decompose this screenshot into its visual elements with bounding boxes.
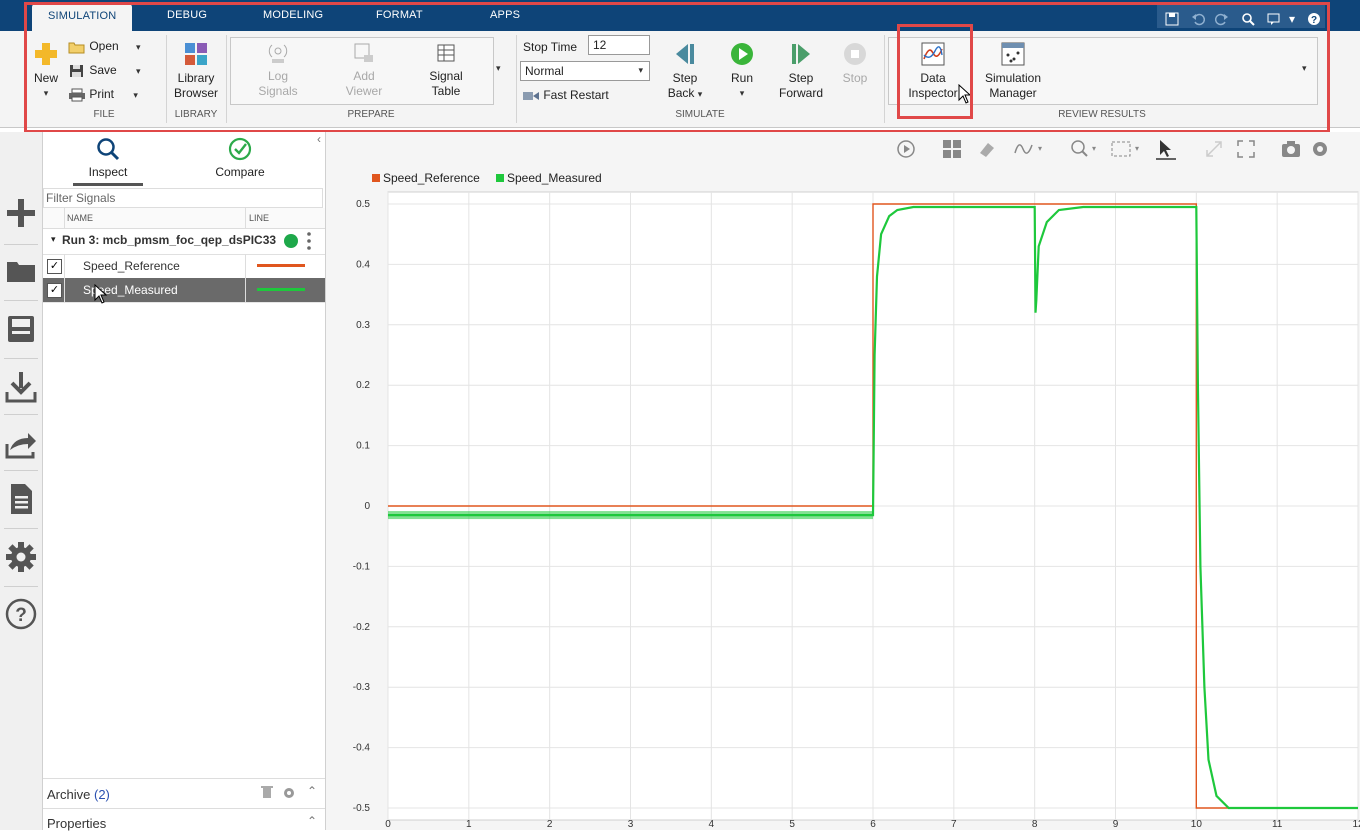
y-tick-label: 0.4: [356, 259, 370, 270]
y-tick-label: 0.2: [356, 380, 370, 391]
mouse-cursor-icon: [94, 284, 108, 304]
archive-section[interactable]: Archive (2): [47, 787, 110, 802]
help-icon[interactable]: ?: [4, 597, 38, 631]
signal-row[interactable]: ✓ Speed_Reference: [43, 254, 325, 279]
divider: [4, 300, 38, 301]
divider: [64, 278, 65, 302]
search-icon: [97, 138, 120, 161]
run-row[interactable]: ▾ Run 3: mcb_pmsm_foc_qep_dsPIC33: [43, 228, 325, 255]
signal-line-swatch[interactable]: [257, 288, 305, 291]
signal-line-swatch[interactable]: [257, 264, 305, 267]
x-tick-label: 6: [870, 819, 876, 830]
left-icon-bar: ?: [0, 132, 43, 830]
plot-area: ▾ ▾ ▾ Speed_Reference Speed_Measured 0123…: [326, 132, 1360, 830]
divider: [43, 778, 325, 779]
y-tick-label: 0: [364, 501, 370, 512]
run-status-icon: [284, 234, 298, 248]
divider: [4, 244, 38, 245]
chart-legend: Speed_Reference Speed_Measured: [372, 171, 602, 185]
inspect-tab-label: Inspect: [88, 165, 128, 179]
divider: [245, 208, 246, 228]
x-tick-label: 7: [951, 819, 957, 830]
compare-tab-label: Compare: [215, 165, 265, 179]
add-icon[interactable]: [4, 196, 38, 230]
divider: [4, 470, 38, 471]
run-label: Run 3: mcb_pmsm_foc_qep_dsPIC33: [62, 233, 276, 247]
collapse-panel-icon[interactable]: ‹: [317, 132, 321, 146]
chevron-up-icon[interactable]: ⌃: [307, 784, 317, 798]
divider: [245, 254, 246, 278]
column-header-name: NAME: [67, 213, 94, 223]
x-tick-label: 2: [547, 819, 553, 830]
save-icon[interactable]: [4, 312, 38, 346]
column-header-row: NAME LINE: [43, 208, 325, 229]
gear-icon[interactable]: [4, 540, 38, 574]
highlight-box-data-inspector: [897, 24, 973, 119]
archive-label: Archive: [47, 787, 91, 802]
x-tick-label: 10: [1191, 819, 1203, 830]
signal-plot[interactable]: Speed_Reference Speed_Measured 0123456789…: [326, 132, 1360, 830]
tab-inspect[interactable]: Inspect: [73, 136, 143, 186]
signal-name: Speed_Reference: [83, 259, 180, 273]
divider: [4, 586, 38, 587]
divider: [43, 808, 325, 809]
legend-swatch: [496, 174, 504, 182]
divider: [4, 358, 38, 359]
properties-label[interactable]: Properties: [47, 816, 106, 831]
legend-label: Speed_Measured: [507, 171, 602, 185]
y-tick-label: 0.1: [356, 441, 370, 452]
legend-swatch: [372, 174, 380, 182]
archive-count: (2): [93, 787, 110, 802]
noise-band: [388, 511, 873, 520]
x-tick-label: 11: [1272, 819, 1283, 830]
x-tick-label: 4: [709, 819, 715, 830]
y-tick-label: 0.3: [356, 320, 370, 331]
x-tick-label: 8: [1032, 819, 1038, 830]
x-tick-label: 5: [789, 819, 795, 830]
more-options-icon[interactable]: [306, 231, 312, 251]
x-tick-label: 3: [628, 819, 634, 830]
folder-icon[interactable]: [4, 254, 38, 288]
y-tick-label: -0.2: [353, 622, 371, 633]
check-circle-icon: [228, 137, 252, 161]
divider: [245, 278, 246, 302]
filter-signals-input[interactable]: Filter Signals: [43, 188, 323, 208]
y-tick-label: -0.3: [353, 682, 371, 693]
x-tick-label: 1: [466, 819, 472, 830]
chevron-down-icon[interactable]: ▾: [51, 234, 56, 245]
column-header-line: LINE: [249, 213, 270, 223]
divider: [4, 414, 38, 415]
highlight-box-ribbon: [24, 2, 1330, 133]
share-icon[interactable]: [4, 426, 38, 460]
y-tick-label: -0.4: [353, 743, 371, 754]
divider: [64, 208, 65, 228]
svg-text:?: ?: [15, 605, 27, 626]
signal-row[interactable]: ✓ Speed_Measured: [43, 278, 325, 303]
y-tick-label: -0.1: [353, 561, 371, 572]
trash-icon[interactable]: [261, 785, 273, 802]
y-tick-label: 0.5: [356, 199, 370, 210]
signal-panel: ‹ Inspect Compare Filter Signals NAME LI…: [43, 132, 326, 831]
document-icon[interactable]: [4, 482, 38, 516]
signal-checkbox[interactable]: ✓: [47, 259, 62, 274]
signal-checkbox[interactable]: ✓: [47, 283, 62, 298]
legend-label: Speed_Reference: [383, 171, 480, 185]
x-tick-label: 0: [385, 819, 391, 830]
active-tab-indicator: [73, 183, 143, 186]
chevron-up-icon[interactable]: ⌃: [307, 814, 317, 828]
tab-compare[interactable]: Compare: [205, 136, 275, 186]
x-tick-label: 9: [1113, 819, 1119, 830]
x-tick-label: 12: [1352, 819, 1360, 830]
divider: [4, 528, 38, 529]
y-tick-label: -0.5: [353, 803, 371, 814]
download-icon[interactable]: [4, 370, 38, 404]
divider: [64, 254, 65, 278]
gear-icon[interactable]: [283, 787, 295, 802]
